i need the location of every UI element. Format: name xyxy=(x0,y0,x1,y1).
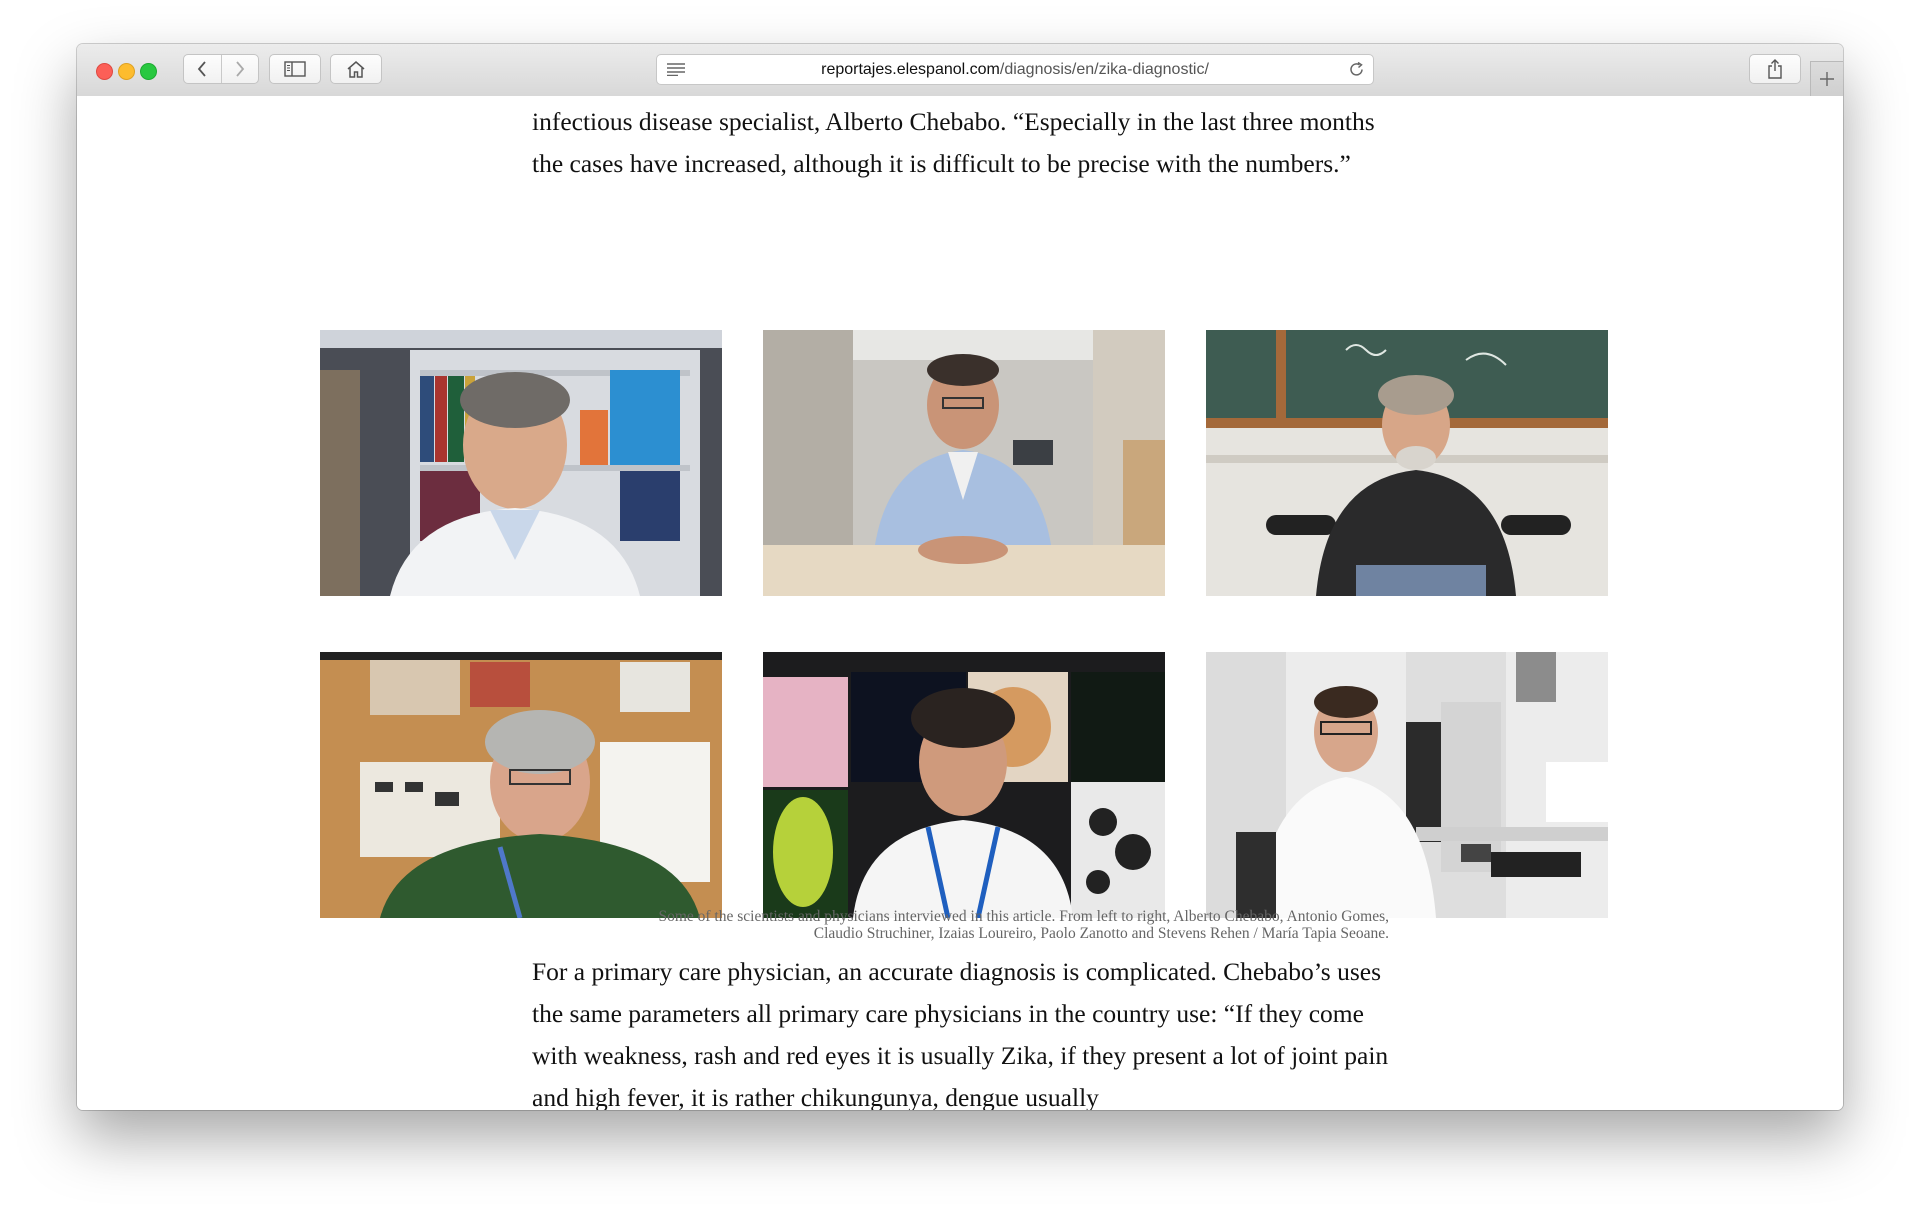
new-tab-button[interactable] xyxy=(1810,61,1843,96)
address-bar[interactable]: reportajes.elespanol.com/diagnosis/en/zi… xyxy=(656,54,1374,85)
minimize-window-button[interactable] xyxy=(118,63,135,80)
sidebar-icon xyxy=(284,61,306,77)
zoom-window-button[interactable] xyxy=(140,63,157,80)
url-path: /diagnosis/en/zika-diagnostic/ xyxy=(999,61,1209,78)
caption-line-1: Some of the scientists and physicians in… xyxy=(658,908,1389,925)
back-icon xyxy=(198,61,206,77)
browser-toolbar: reportajes.elespanol.com/diagnosis/en/zi… xyxy=(77,44,1843,97)
sidebar-button[interactable] xyxy=(269,54,321,84)
photo-paolo-zanotto xyxy=(763,652,1165,918)
home-icon xyxy=(347,61,365,78)
navigation-buttons xyxy=(183,54,259,84)
share-button[interactable] xyxy=(1749,54,1801,84)
back-button[interactable] xyxy=(184,55,222,83)
photo-caption: Some of the scientists and physicians in… xyxy=(532,908,1389,942)
photo-izaias-loureiro xyxy=(320,652,722,918)
share-icon xyxy=(1768,59,1782,79)
plus-icon xyxy=(1820,72,1834,86)
url-text: reportajes.elespanol.com/diagnosis/en/zi… xyxy=(657,61,1373,79)
photo-antonio-gomes xyxy=(763,330,1165,596)
url-host: reportajes.elespanol.com xyxy=(821,61,1000,78)
web-page[interactable]: infectious disease specialist, Alberto C… xyxy=(77,96,1843,1110)
photo-claudio-struchiner xyxy=(1206,330,1608,596)
photo-stevens-rehen xyxy=(1206,652,1608,918)
article-paragraph-top: infectious disease specialist, Alberto C… xyxy=(532,107,1375,178)
home-button[interactable] xyxy=(330,54,382,84)
forward-icon xyxy=(236,61,244,77)
close-window-button[interactable] xyxy=(96,63,113,80)
caption-line-2: Claudio Struchiner, Izaias Loureiro, Pao… xyxy=(813,925,1389,942)
article-paragraph-bottom: For a primary care physician, an accurat… xyxy=(532,957,1389,1110)
reload-icon[interactable] xyxy=(1348,61,1365,78)
photo-alberto-chebabo xyxy=(320,330,722,596)
browser-window: reportajes.elespanol.com/diagnosis/en/zi… xyxy=(77,44,1843,1110)
forward-button[interactable] xyxy=(222,55,259,83)
